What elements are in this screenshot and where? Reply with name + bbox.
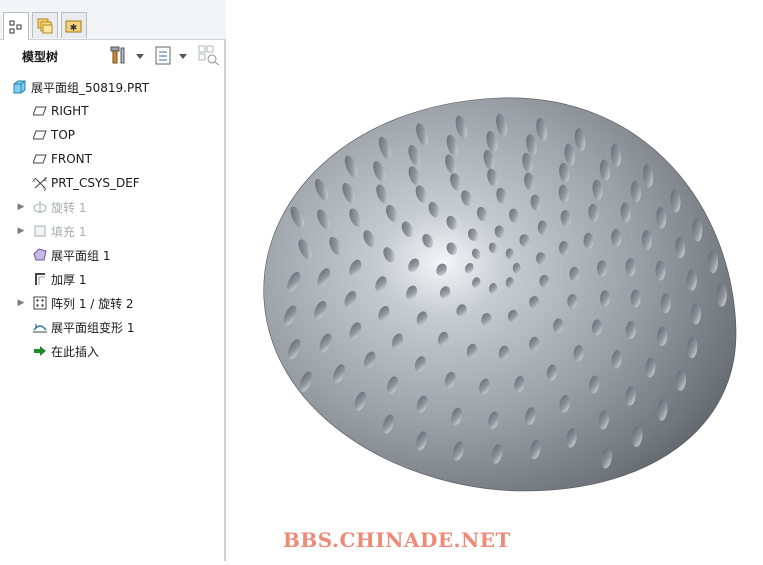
tree-item[interactable]: FRONT [0,148,224,170]
watermark: BBS.CHINADE.NET [283,528,511,552]
insert-here-arrow-icon [32,343,48,359]
folder-browser-tab[interactable] [32,12,58,38]
tree-item[interactable]: 展平面组变形 1 [0,316,224,338]
model-tree-panel: ✱ 模型树 展平面组_50819.PRT RIGHT TOP FRONT x y… [0,0,226,561]
tree-root-label: 展平面组_50819.PRT [31,80,150,95]
svg-text:z: z [44,176,47,183]
tree-item-label: 加厚 1 [51,272,87,287]
model-tree-icon [9,20,22,33]
tree-item[interactable]: 展平面组 1 [0,244,224,266]
dimpled-dome-model[interactable] [228,0,763,561]
tree-filter-button[interactable] [197,44,221,66]
datum-plane-icon [32,103,48,119]
datum-plane-icon [32,151,48,167]
navigator-tabs: ✱ [0,0,226,40]
filter-icon [198,45,220,66]
tree-settings-button[interactable] [110,44,144,66]
tree-item-label: TOP [51,128,76,142]
expand-arrow-icon[interactable]: ▶ [16,220,26,242]
favorites-tab[interactable]: ✱ [61,12,87,38]
tree-item[interactable]: 加厚 1 [0,268,224,290]
dimple [708,249,718,274]
thicken-icon [32,271,48,287]
tree-item[interactable]: ▶ 旋转 1 [0,196,224,218]
tools-icon [110,46,144,64]
model-tree-title: 模型树 [22,50,59,64]
svg-text:x: x [32,177,36,184]
folder-stack-icon [37,18,53,33]
svg-text:y: y [43,186,47,191]
tree-item[interactable]: ▶ 阵列 1 / 旋转 2 [0,292,224,314]
tree-item-label: 旋转 1 [51,200,87,215]
datum-plane-icon [32,127,48,143]
part-icon [11,79,27,95]
list-icon [155,46,187,65]
tree-item[interactable]: RIGHT [0,100,224,122]
expand-arrow-icon[interactable]: ▶ [16,292,26,314]
tree-item-label: RIGHT [51,104,89,118]
svg-text:✱: ✱ [70,23,78,33]
tree-item[interactable]: 在此插入 [0,340,224,362]
tree-root-item[interactable]: 展平面组_50819.PRT [0,76,224,98]
tree-item-label: 阵列 1 / 旋转 2 [51,296,134,311]
tree-item[interactable]: x y z PRT_CSYS_DEF [0,172,224,194]
tree-item-label: 展平面组 1 [51,248,111,263]
tree-item-label: 填充 1 [51,224,87,239]
fill-icon [32,223,48,239]
pattern-icon [32,295,48,311]
flatten-quilt-icon [32,247,48,263]
favorites-icon: ✱ [65,20,82,33]
graphics-viewport[interactable] [228,0,763,561]
tree-show-button[interactable] [153,44,189,66]
flatten-deform-icon [32,319,48,335]
tree-item-label: FRONT [51,152,92,166]
csys-icon: x yz [32,175,48,191]
tree-item-label: PRT_CSYS_DEF [51,176,140,190]
tree-item[interactable]: ▶ 填充 1 [0,220,224,242]
tree-item-label: 展平面组变形 1 [51,320,135,335]
revolve-icon [32,199,48,215]
dimple [625,258,636,277]
model-tree-tab[interactable] [3,12,29,40]
tree-item[interactable]: TOP [0,124,224,146]
expand-arrow-icon[interactable]: ▶ [16,196,26,218]
tree-item-label: 在此插入 [51,344,100,359]
